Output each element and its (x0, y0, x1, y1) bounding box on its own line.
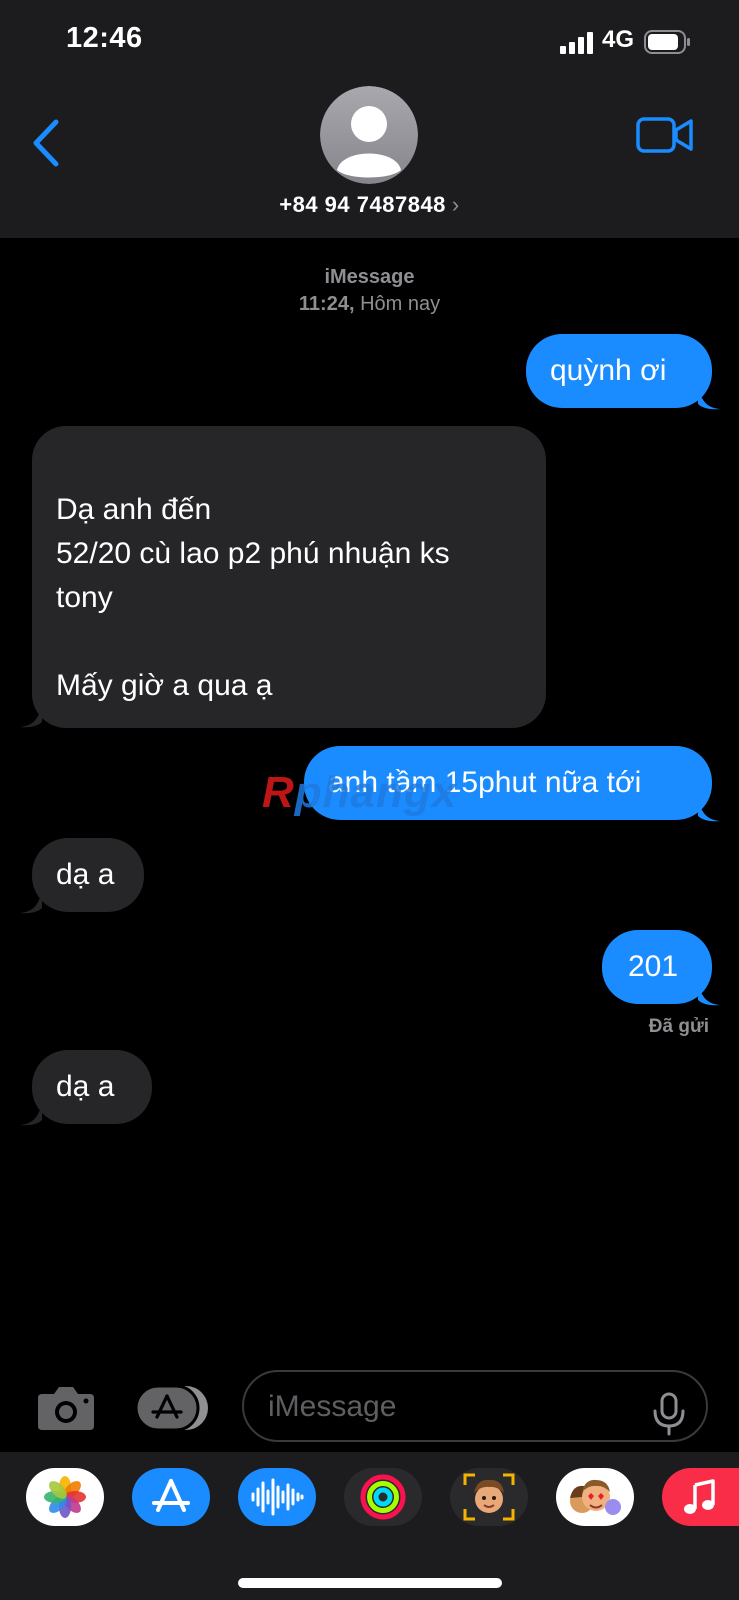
animoji-icon[interactable] (556, 1468, 634, 1526)
message-bubble-outgoing[interactable]: quỳnh ơi (526, 334, 712, 408)
bubble-tail (20, 706, 42, 728)
delivery-status: Đã gửi (648, 1016, 709, 1037)
app-store-icon[interactable] (132, 1468, 210, 1526)
back-chevron-icon[interactable] (30, 118, 64, 168)
message-text: quỳnh ơi (550, 354, 667, 387)
message-text: dạ a (56, 1070, 115, 1103)
bubble-tail (698, 984, 720, 1006)
message-line (56, 620, 546, 664)
bubble-tail (698, 388, 720, 410)
photos-icon[interactable] (26, 1468, 104, 1526)
apps-icon[interactable] (136, 1384, 210, 1432)
timestamp-day: Hôm nay (360, 293, 441, 315)
cell-signal-icon (560, 32, 593, 54)
message-text: dạ a (56, 858, 115, 891)
message-line: Mấy giờ a qua ạ (56, 669, 273, 702)
chevron-right-icon: › (451, 192, 460, 217)
message-bubble-incoming[interactable]: Dạ anh đến 52/20 cù lao p2 phú nhuận ks … (32, 426, 546, 728)
home-indicator[interactable] (238, 1578, 502, 1588)
thread-meta: iMessage 11:24, Hôm nay (0, 266, 739, 316)
message-line: 52/20 cù lao p2 phú nhuận ks (56, 537, 450, 570)
message-bubble-incoming[interactable]: dạ a (32, 1050, 152, 1124)
network-type: 4G (602, 26, 635, 53)
conversation-header: 12:46 4G +84 94 7487848 › (0, 0, 739, 238)
message-bubble-outgoing[interactable]: 201 (602, 930, 712, 1004)
music-icon[interactable] (662, 1468, 739, 1526)
bubble-tail (20, 892, 42, 914)
activity-icon[interactable] (344, 1468, 422, 1526)
contact-number: +84 94 7487848 (279, 192, 446, 217)
message-bubble-outgoing[interactable]: anh tầm 15phut nữa tới (304, 746, 712, 820)
bubble-tail (20, 1104, 42, 1126)
message-text: 201 (628, 950, 679, 983)
compose-bar: iMessage (0, 1370, 739, 1450)
message-bubble-incoming[interactable]: dạ a (32, 838, 144, 912)
battery-icon (644, 30, 690, 54)
camera-icon[interactable] (36, 1384, 96, 1432)
timestamp-time: 11:24, (298, 293, 355, 315)
contact-avatar[interactable] (320, 86, 418, 184)
message-input[interactable]: iMessage (242, 1370, 708, 1442)
contact-name[interactable]: +84 94 7487848 › (0, 192, 739, 218)
status-time: 12:46 (66, 22, 143, 54)
thread-timestamp: 11:24, Hôm nay (0, 293, 739, 316)
message-text: anh tầm 15phut nữa tới (328, 766, 642, 799)
facetime-video-icon[interactable] (636, 114, 694, 156)
message-line: tony (56, 581, 113, 614)
audio-message-icon[interactable] (238, 1468, 316, 1526)
bubble-tail (698, 800, 720, 822)
memoji-stickers-icon[interactable] (450, 1468, 528, 1526)
service-label: iMessage (324, 266, 415, 288)
message-line: Dạ anh đến (56, 493, 212, 526)
microphone-icon[interactable] (650, 1392, 688, 1436)
